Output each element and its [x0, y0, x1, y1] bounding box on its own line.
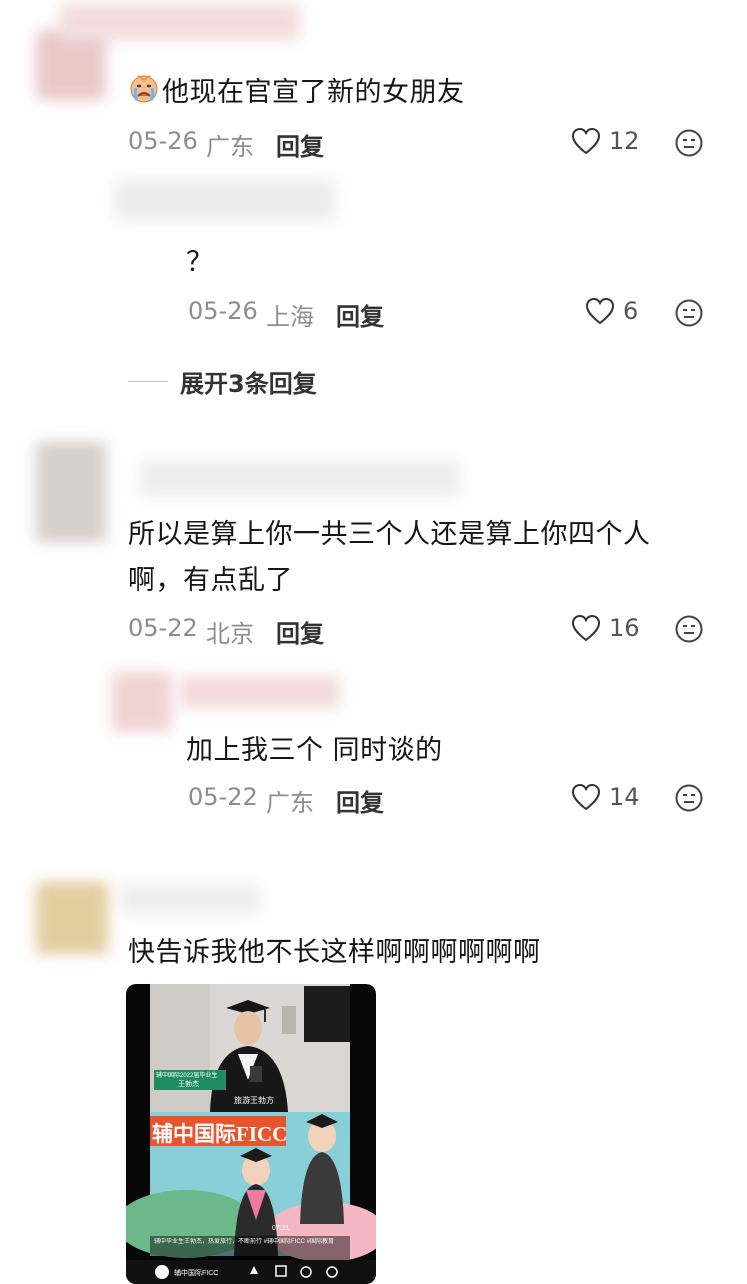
- comment-location: 北京: [206, 620, 254, 648]
- like-button[interactable]: 14: [571, 783, 640, 811]
- video-description: 辅中毕业生王勃杰，热爱旅行，不断前行 #辅中国际FICC #国际教育: [154, 1239, 335, 1245]
- video-name-tag-line2: 王勃杰: [178, 1081, 199, 1088]
- like-button[interactable]: 12: [571, 127, 640, 155]
- avatar[interactable]: [112, 672, 172, 732]
- comment-text: 所以是算上你一共三个人还是算上你四个人: [128, 519, 651, 550]
- dislike-face-icon[interactable]: [674, 128, 704, 162]
- expand-replies-button[interactable]: 展开3条回复: [128, 364, 317, 399]
- dislike-face-icon[interactable]: [674, 298, 704, 332]
- video-banner-title: 辅中国际FICC: [152, 1122, 288, 1146]
- username-blurred[interactable]: [60, 4, 300, 40]
- dislike-face-icon[interactable]: [674, 783, 704, 817]
- expand-replies-label: 展开3条回复: [180, 370, 317, 398]
- like-count: 14: [609, 783, 640, 811]
- comment-date: 05-26: [128, 127, 198, 155]
- heart-icon: [585, 297, 615, 325]
- crying-face-icon: [128, 72, 160, 104]
- reply-button[interactable]: 回复: [336, 297, 384, 332]
- like-button[interactable]: 6: [585, 297, 638, 325]
- video-timestamp: 07:21: [272, 1225, 290, 1232]
- heart-icon: [571, 614, 601, 642]
- video-caption: 旅游王勃方: [234, 1096, 274, 1105]
- avatar[interactable]: [36, 882, 108, 954]
- heart-icon: [571, 127, 601, 155]
- username-blurred[interactable]: [115, 180, 335, 220]
- comment-text: ？: [186, 247, 214, 278]
- username-blurred[interactable]: [140, 460, 460, 496]
- username-blurred[interactable]: [180, 676, 340, 708]
- reply-button[interactable]: 回复: [276, 614, 324, 649]
- like-count: 12: [609, 127, 640, 155]
- comment-location: 上海: [266, 303, 314, 331]
- comment-date: 05-22: [188, 783, 258, 811]
- comment-date: 05-22: [128, 614, 198, 642]
- comment-text: 快告诉我他不长这样啊啊啊啊啊啊: [128, 937, 541, 968]
- comment-location: 广东: [206, 133, 254, 161]
- video-account-name: 辅中国际FICC: [174, 1270, 219, 1277]
- reply-button[interactable]: 回复: [336, 783, 384, 818]
- reply-button[interactable]: 回复: [276, 127, 324, 162]
- like-count: 16: [609, 614, 640, 642]
- comment-location: 广东: [266, 789, 314, 817]
- heart-icon: [571, 783, 601, 811]
- dislike-face-icon[interactable]: [674, 614, 704, 648]
- like-button[interactable]: 16: [571, 614, 640, 642]
- avatar[interactable]: [36, 30, 106, 100]
- comment-text: 他现在官宣了新的女朋友: [162, 77, 465, 108]
- comment-text: 加上我三个 同时谈的: [186, 735, 443, 766]
- comment-date: 05-26: [188, 297, 258, 325]
- avatar[interactable]: [36, 442, 106, 542]
- video-thumbnail[interactable]: 辅中国际2022届毕业生 王勃杰 旅游王勃方 辅中国际FICC 07:21 辅中…: [126, 984, 376, 1284]
- like-count: 6: [623, 297, 639, 325]
- username-blurred[interactable]: [120, 884, 260, 914]
- comment-text-line2: 啊，有点乱了: [128, 565, 293, 596]
- divider-line: [128, 381, 168, 382]
- video-name-tag-line1: 辅中国际2022届毕业生: [156, 1073, 218, 1079]
